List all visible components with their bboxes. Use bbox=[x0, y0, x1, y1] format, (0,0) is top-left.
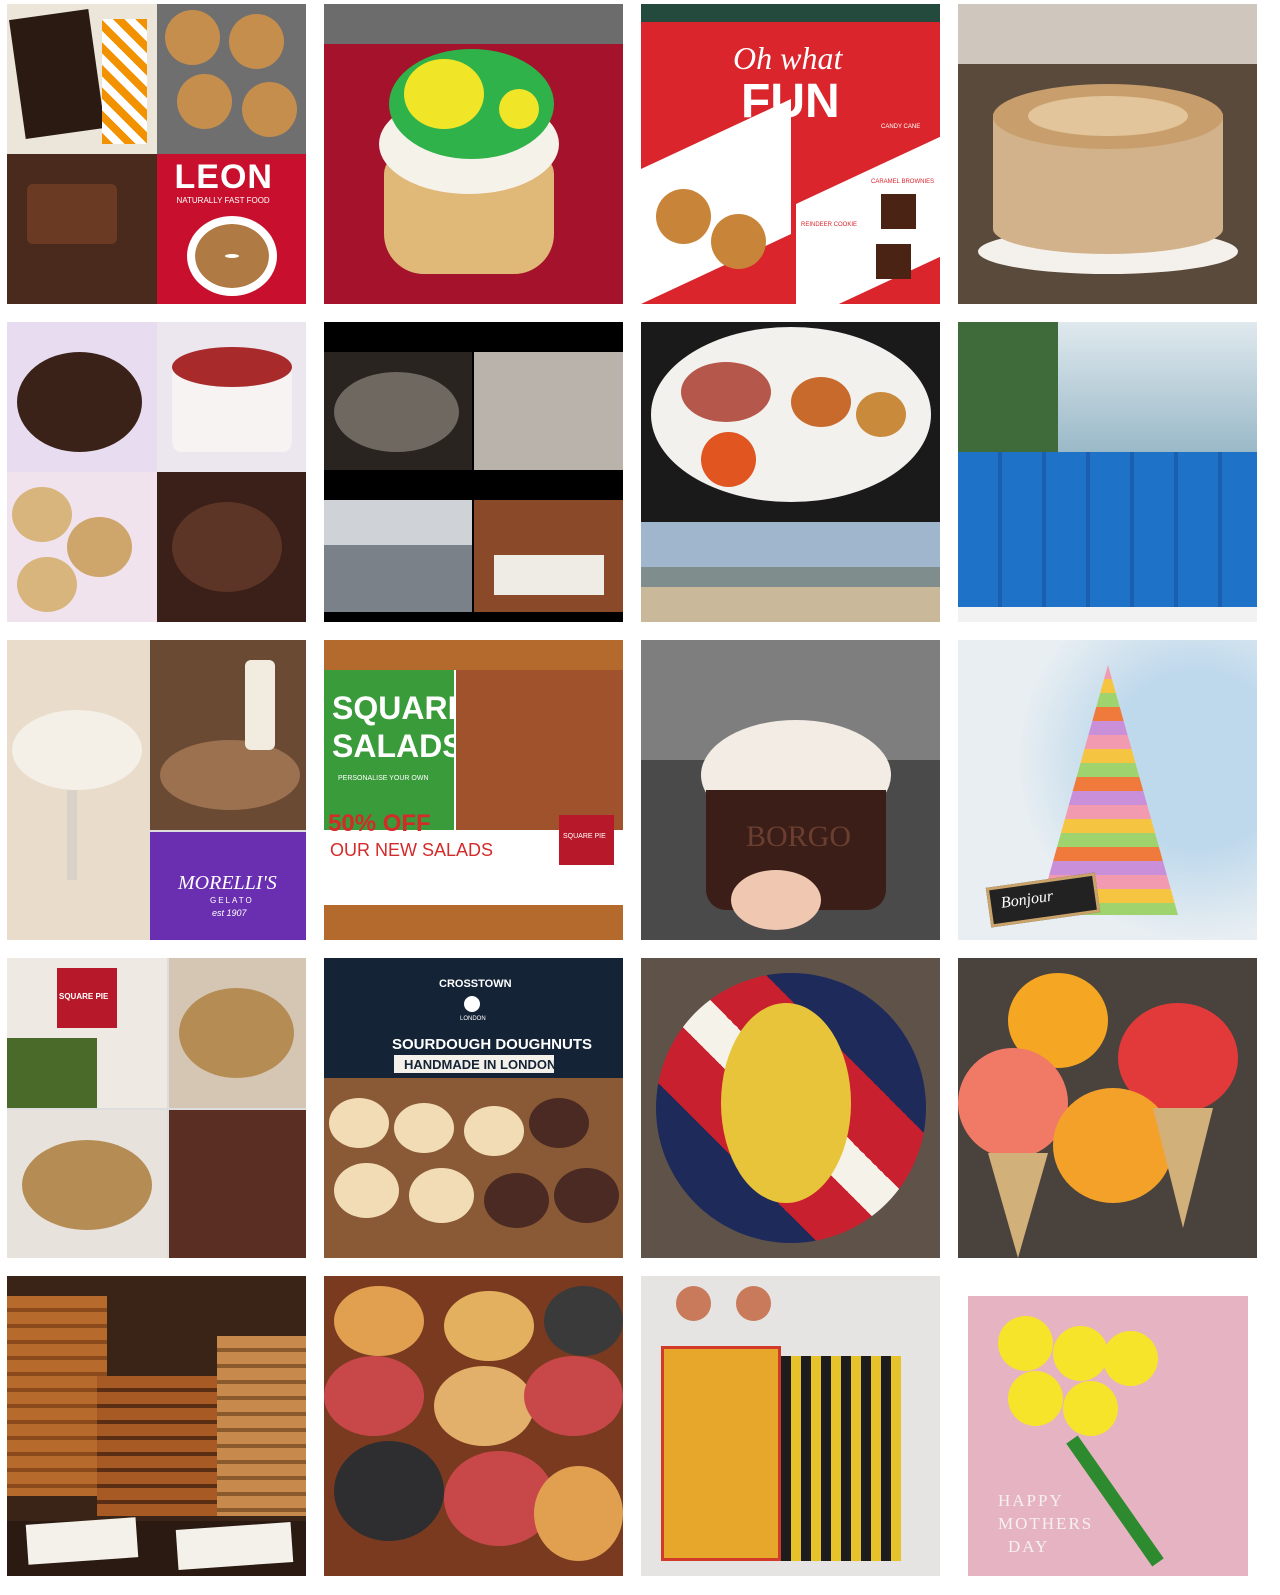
gallery-tile-macaron-tower[interactable]: Bonjour bbox=[958, 640, 1257, 940]
marina-photo bbox=[324, 500, 472, 612]
pie-photo-1 bbox=[169, 958, 306, 1108]
price-card bbox=[25, 1517, 139, 1565]
salads-line1: SQUARE bbox=[332, 690, 469, 726]
gallery-tile-morellis[interactable]: MORELLI'S GELATO est 1907 bbox=[7, 640, 306, 940]
price-card bbox=[175, 1522, 294, 1570]
gallery-tile-cronuts[interactable] bbox=[324, 1276, 623, 1576]
morellis-card: MORELLI'S GELATO est 1907 bbox=[150, 832, 306, 940]
menu-cards-photo bbox=[169, 1110, 306, 1258]
mince-pies-photo bbox=[156, 4, 306, 154]
chocolate-cake-photo bbox=[7, 322, 157, 472]
tagline: NATURALLY FAST FOOD bbox=[176, 196, 270, 205]
gallery-tile-rose-cones[interactable] bbox=[958, 958, 1257, 1258]
headline-line1: Oh what bbox=[733, 40, 843, 76]
beach-photo bbox=[641, 522, 940, 622]
offer-line1: 50% OFF bbox=[328, 810, 431, 837]
figurine bbox=[736, 1286, 771, 1321]
cup-brand: BORGO bbox=[746, 820, 852, 853]
doughnut-tray bbox=[324, 1078, 623, 1258]
crosstown-line1: SOURDOUGH DOUGHNUTS bbox=[392, 1036, 593, 1053]
cookies-photo bbox=[7, 472, 157, 622]
salads-line2: SALADS bbox=[332, 728, 464, 764]
cake-building-right bbox=[781, 1356, 901, 1561]
gallery-tile-square-pie-collage[interactable]: SQUARE PIE bbox=[7, 958, 306, 1258]
gallery-tile-cake-collage[interactable] bbox=[7, 322, 306, 622]
cookie-stack-right bbox=[217, 1336, 306, 1516]
candy-label: CANDY CANE bbox=[881, 124, 921, 130]
chocolate-bar-photo bbox=[7, 4, 157, 154]
cookie-stack-left bbox=[7, 1296, 107, 1496]
cookie-stack-center bbox=[97, 1376, 217, 1516]
pie-photo-2 bbox=[7, 1110, 167, 1258]
queen-portrait bbox=[721, 1003, 851, 1203]
rose-yellow bbox=[1053, 1088, 1173, 1203]
square-pie-badge: SQUARE PIE bbox=[559, 815, 614, 865]
offer-line2: OUR NEW SALADS bbox=[330, 840, 494, 860]
gallery-tile-square-salads[interactable]: SQUARE SALADS PERSONALISE YOUR OWN 50% O… bbox=[324, 640, 623, 940]
gallery-tile-leon[interactable]: LEON NATURALLY FAST FOOD bbox=[7, 4, 306, 304]
message-line2: MOTHERS bbox=[998, 1514, 1094, 1533]
brand-name: MORELLI'S bbox=[178, 872, 277, 894]
cake-building-left bbox=[661, 1346, 781, 1561]
cake-board: HAPPY MOTHERS DAY bbox=[968, 1296, 1248, 1576]
red-velvet-photo bbox=[156, 322, 306, 472]
gallery-tile-breakfast-beach[interactable] bbox=[641, 322, 940, 622]
pacman-shape bbox=[404, 59, 484, 129]
crosstown-line2: HANDMADE IN LONDON bbox=[404, 1057, 557, 1072]
gallery-tile-oh-what-fun[interactable]: Oh what FUN CANDY CANE CARAMEL BROWNIES … bbox=[641, 4, 940, 304]
brand-sub: GELATO bbox=[210, 896, 254, 905]
crosstown-brand: CROSSTOWN bbox=[439, 978, 512, 990]
hotel-room-photo bbox=[474, 500, 623, 612]
gallery-tile-hotel-collage[interactable] bbox=[324, 322, 623, 622]
lamb-dish-photo bbox=[324, 352, 472, 470]
sundae-photo bbox=[7, 640, 149, 940]
photo-grid: LEON NATURALLY FAST FOOD Oh what FUN CAN… bbox=[7, 4, 1273, 1590]
brand-est: est 1907 bbox=[212, 908, 247, 918]
gallery-tile-caramel-drip-cake[interactable] bbox=[958, 4, 1257, 304]
milkshake-photo bbox=[150, 640, 306, 830]
salad-photo bbox=[456, 670, 623, 830]
latte-art bbox=[186, 216, 277, 296]
reindeer-label: REINDEER COOKIE bbox=[801, 222, 858, 228]
brand-name: LEON bbox=[174, 158, 273, 196]
gallery-tile-crosstown[interactable]: CROSSTOWN LONDON SOURDOUGH DOUGHNUTS HAN… bbox=[324, 958, 623, 1258]
gallery-tile-mothers-day[interactable]: HAPPY MOTHERS DAY bbox=[958, 1276, 1257, 1576]
gallery-tile-figurine-cake[interactable] bbox=[641, 1276, 940, 1576]
brownie-square bbox=[881, 194, 916, 229]
brownie-photo bbox=[7, 154, 157, 304]
shopfront-photo: SQUARE PIE bbox=[7, 958, 167, 1108]
gallery-tile-pacman-cupcake[interactable] bbox=[324, 4, 623, 304]
gallery-tile-borgo-gelato[interactable]: BORGO bbox=[641, 640, 940, 940]
caramel-label: CARAMEL BROWNIES bbox=[871, 179, 935, 185]
gingerbread-cookie bbox=[656, 189, 711, 244]
afternoon-tea-photo bbox=[474, 352, 623, 470]
figurine bbox=[676, 1286, 711, 1321]
brownie-photo bbox=[156, 472, 306, 622]
message-line3: DAY bbox=[1008, 1537, 1050, 1556]
salads-sub: PERSONALISE YOUR OWN bbox=[338, 775, 429, 782]
pool-water bbox=[958, 452, 1257, 622]
leon-card: LEON NATURALLY FAST FOOD bbox=[156, 154, 306, 304]
square-pie-sign: SQUARE PIE bbox=[57, 968, 117, 1028]
gallery-tile-cookie-stacks[interactable] bbox=[7, 1276, 306, 1576]
gallery-tile-rooftop-pool[interactable] bbox=[958, 322, 1257, 622]
crosstown-sub: LONDON bbox=[460, 1016, 486, 1022]
gallery-tile-queen-cake[interactable] bbox=[641, 958, 940, 1258]
message-line1: HAPPY bbox=[998, 1491, 1064, 1510]
rose-salmon bbox=[958, 1048, 1068, 1158]
